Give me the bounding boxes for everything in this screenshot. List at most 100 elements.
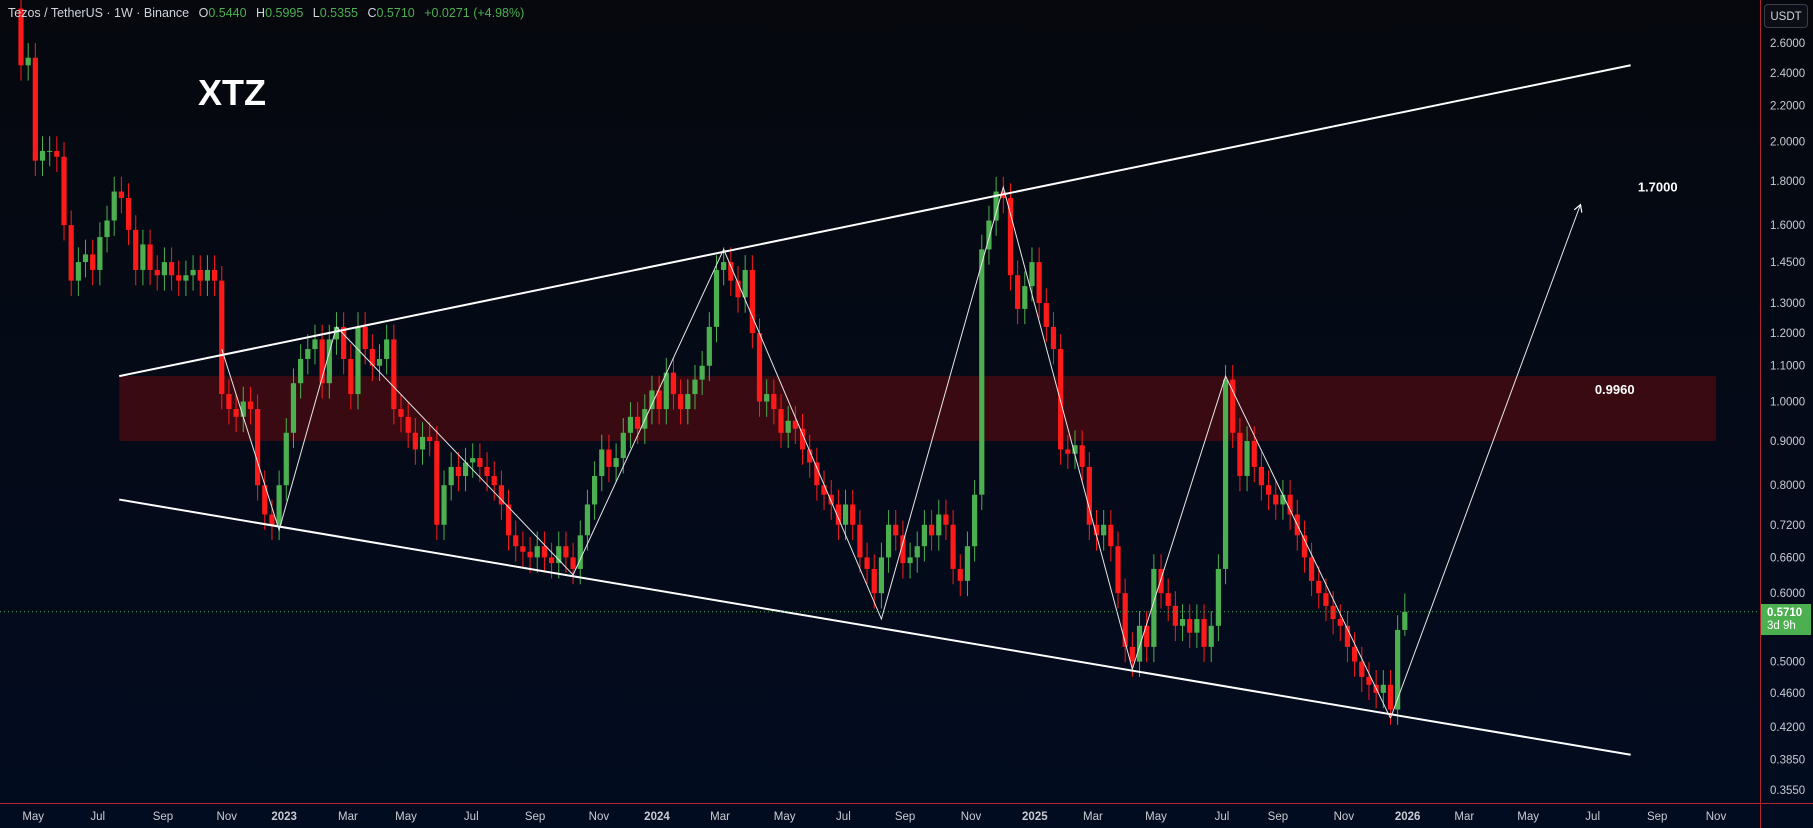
candle-body (204, 269, 211, 281)
candle-body (125, 198, 132, 230)
candle-body (104, 220, 110, 238)
price-tick-label: 0.3550 (1770, 785, 1805, 797)
candle-body (635, 416, 641, 429)
price-tick-label: 1.1000 (1770, 361, 1805, 373)
candle-body (1402, 611, 1408, 630)
candle-body (1352, 646, 1358, 662)
candle-body (47, 150, 53, 152)
candle-body (527, 551, 533, 558)
candle-body (341, 326, 347, 359)
candle-body (312, 339, 318, 350)
price-tick-label: 2.0000 (1770, 136, 1805, 148)
candle-body (441, 485, 447, 525)
candle-body (384, 339, 390, 359)
candle-body (606, 449, 612, 467)
time-tick-label: Nov (217, 811, 238, 823)
time-tick-label: Jul (1585, 811, 1600, 823)
high-value: 0.5995 (265, 6, 304, 20)
candle-body (1108, 524, 1114, 547)
candle-body (276, 485, 282, 525)
candle-body (541, 546, 548, 558)
candle-body (1065, 449, 1071, 454)
time-tick-label: 2026 (1395, 811, 1421, 823)
candle-body (97, 237, 103, 270)
candle-body (979, 249, 985, 495)
time-tick-label: Sep (153, 811, 173, 823)
candle-body (290, 383, 297, 433)
time-tick-label: Mar (1454, 811, 1474, 823)
candle-body (176, 275, 182, 281)
candle-body (756, 333, 763, 402)
candle-body (255, 409, 261, 486)
candle-body (1208, 625, 1214, 647)
current-price-value: 0.5710 (1767, 607, 1803, 619)
candle-body (957, 568, 963, 581)
price-tick-label: 0.3850 (1770, 755, 1805, 767)
candle-body (168, 262, 175, 276)
candle-body (1258, 466, 1265, 486)
candle-body (1359, 661, 1365, 677)
change-value: +0.0271 (+4.98%) (424, 6, 525, 20)
time-tick-label: Sep (525, 811, 545, 823)
candle-body (61, 156, 67, 226)
close-value: 0.5710 (376, 6, 415, 20)
candle (1222, 364, 1229, 585)
candle-body (183, 275, 189, 281)
time-tick-label: May (774, 811, 796, 823)
symbol-info[interactable]: Tezos / TetherUS · 1W · Binance (8, 6, 189, 20)
bar-countdown: 3d 9h (1767, 620, 1796, 632)
candle-body (1265, 485, 1272, 495)
candle-body (147, 244, 153, 270)
time-tick-label: Nov (589, 811, 610, 823)
candle-body (627, 416, 634, 433)
candle-body (570, 557, 576, 569)
candle-body (692, 379, 698, 395)
candle-body (1079, 445, 1085, 467)
candle-body (972, 494, 978, 547)
candle-body (556, 546, 562, 564)
price-tick-label: 0.6600 (1770, 552, 1805, 564)
candle-body (584, 504, 591, 536)
currency-button[interactable]: USDT (1764, 4, 1808, 28)
candle-body (1029, 262, 1035, 287)
candle-body (771, 394, 777, 410)
candle-body (599, 449, 605, 476)
time-tick-label: Mar (1083, 811, 1103, 823)
candle-body (742, 269, 748, 298)
price-tick-label: 2.6000 (1770, 38, 1805, 50)
candle-body (914, 546, 920, 558)
candle-body (713, 269, 720, 327)
candle-body (878, 557, 884, 594)
candle-body (419, 436, 426, 450)
time-tick-label: Nov (1334, 811, 1355, 823)
candle-body (161, 262, 167, 276)
price-tick-label: 0.9000 (1770, 436, 1805, 448)
candle-body (455, 466, 461, 476)
time-tick-label: Sep (1268, 811, 1288, 823)
candle-body (1058, 349, 1064, 450)
candle-body (678, 394, 684, 410)
price-chart[interactable]: 1.7000 0.9960 2.6000 2.4000 2.2000 2.0000 1.8… (0, 0, 1813, 828)
time-tick-label: Jul (836, 811, 851, 823)
candle-body (1323, 593, 1329, 606)
candle-body (1172, 605, 1178, 626)
candle-body (706, 326, 712, 366)
time-tick-label: 2025 (1022, 811, 1048, 823)
candle-body (1015, 275, 1021, 309)
candle-body (355, 326, 361, 395)
candle-body (563, 546, 569, 558)
candle-body (305, 349, 311, 359)
candle-body (1036, 262, 1042, 304)
candle-body (434, 441, 440, 525)
price-tick-label: 1.0000 (1770, 397, 1805, 409)
candle-body (850, 504, 856, 525)
current-price-tag: 0.5710 3d 9h (1761, 604, 1811, 635)
candle-body (247, 401, 254, 410)
chart-title: XTZ (198, 72, 266, 113)
candle-body (842, 504, 849, 525)
candle-body (1222, 379, 1229, 569)
candle-body (90, 254, 96, 270)
candle (979, 234, 985, 511)
candle-body (1050, 326, 1057, 350)
candle-body (885, 524, 892, 558)
